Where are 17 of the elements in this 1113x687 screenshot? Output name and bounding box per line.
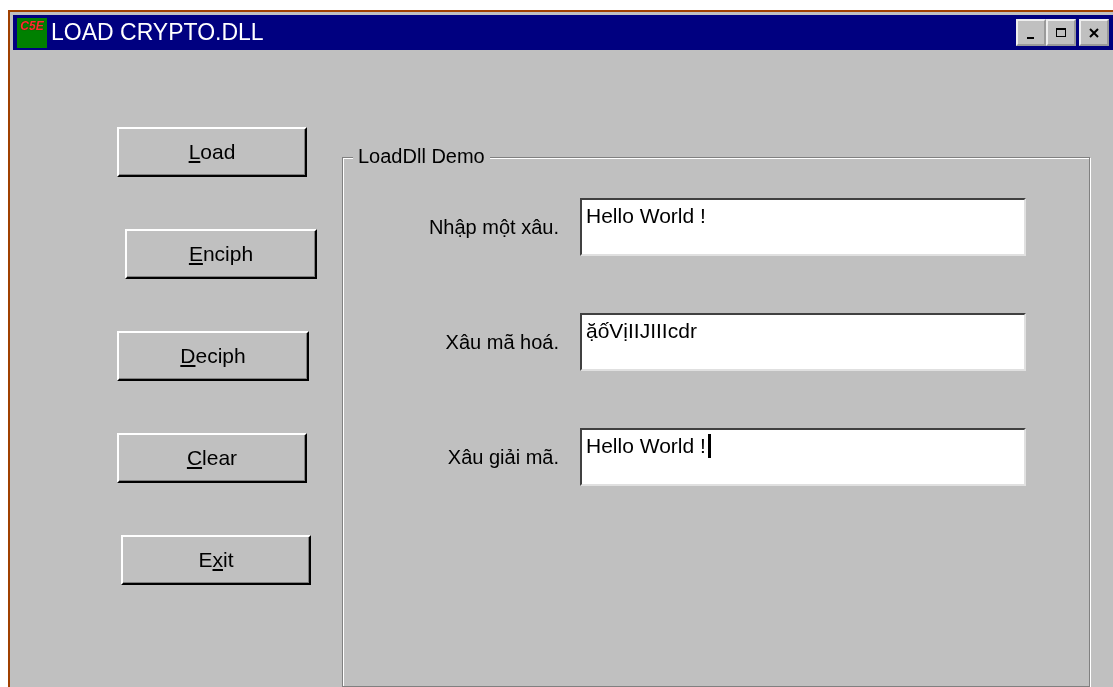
window-title: LOAD CRYPTO.DLL	[51, 19, 265, 46]
close-button[interactable]	[1079, 19, 1109, 46]
text-field[interactable]: Hello World !	[580, 428, 1026, 486]
text-field[interactable]: Hello World !	[580, 198, 1026, 256]
minimize-icon	[1026, 36, 1034, 39]
command-button[interactable]: Clear	[117, 433, 307, 483]
field-label: Nhập một xâu.	[427, 215, 560, 239]
command-button[interactable]: Load	[117, 127, 307, 177]
field-label: Xâu mã hoá.	[444, 330, 560, 354]
maximize-button[interactable]	[1046, 19, 1076, 46]
app-icon: C5E	[17, 17, 47, 48]
command-button[interactable]: Exit	[121, 535, 311, 585]
command-button[interactable]: Deciph	[117, 331, 309, 381]
close-icon	[1087, 25, 1101, 40]
field-label: Xâu giải mã.	[446, 445, 560, 469]
text-field[interactable]: ặốVịIIJIIIcdr	[580, 313, 1026, 371]
command-button[interactable]: Enciph	[125, 229, 317, 279]
